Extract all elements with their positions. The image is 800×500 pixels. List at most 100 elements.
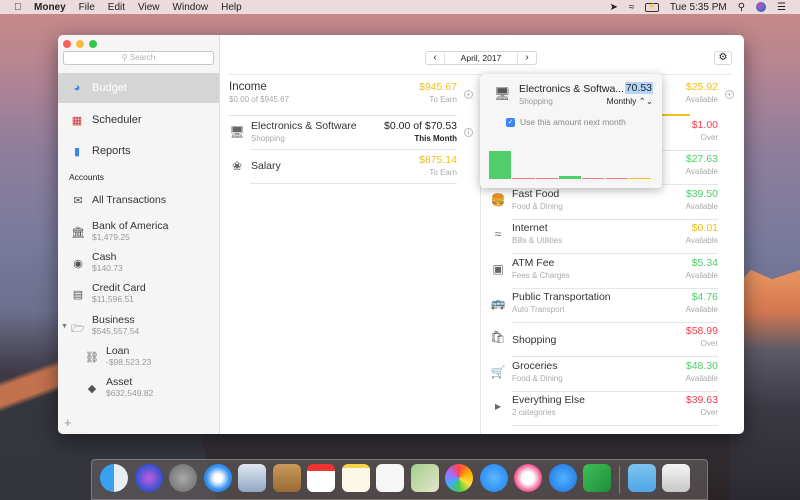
expense-row[interactable]: 🛒 Groceries Food & Dining $48.30 Available [490, 360, 718, 384]
dock-contacts-icon[interactable] [272, 464, 301, 492]
row-category: Bills & Utilities [512, 236, 563, 246]
row-amount: $39.50 [685, 187, 718, 200]
history-chart [489, 149, 652, 179]
burger-icon: 🍔 [490, 192, 506, 207]
account-name: Bank of America [92, 220, 169, 232]
dock-photos-icon[interactable] [445, 464, 473, 492]
add-expense-button[interactable]: + [725, 90, 734, 99]
disclosure-triangle-icon[interactable]: ▸ [490, 399, 506, 413]
menu-help[interactable]: Help [221, 2, 242, 13]
battery-icon[interactable]: ⚡ [645, 2, 659, 12]
wifi-icon[interactable]: ≈ [629, 2, 635, 13]
dock-itunes-icon[interactable] [514, 464, 542, 492]
menu-edit[interactable]: Edit [108, 2, 125, 13]
dock-money-icon[interactable] [583, 464, 611, 492]
row-amount: $27.63 [685, 153, 718, 166]
divider [512, 322, 718, 323]
menu-app-name[interactable]: Money [34, 2, 66, 13]
account-name: Cash [92, 251, 117, 263]
income-row-salary[interactable]: ❀ Salary $875.14 To Earn [229, 154, 457, 178]
close-button[interactable] [63, 40, 71, 48]
calendar-icon: ▦ [71, 114, 83, 127]
location-icon[interactable]: ➤ [609, 2, 617, 13]
inbox-icon: ✉ [73, 195, 83, 207]
expense-row[interactable]: 🛍 Shopping $58.99 Over [490, 325, 718, 349]
row-amount: $0.01 [691, 222, 718, 235]
dock-notes-icon[interactable] [341, 464, 370, 492]
divider [512, 253, 718, 255]
expense-row[interactable]: ≈ Internet Bills & Utilities $0.01 Available [490, 222, 718, 246]
account-cash[interactable]: ◉ Cash $140.73 [58, 251, 219, 274]
sidebar-item-scheduler[interactable]: ▦ Scheduler [58, 105, 219, 135]
history-bar [558, 176, 582, 179]
row-amount: $4.76 [691, 291, 718, 303]
account-asset[interactable]: ◆ Asset $632,549.82 [72, 376, 233, 399]
account-name: Asset [106, 376, 133, 388]
dock-trash-icon[interactable] [662, 464, 690, 492]
notification-center-icon[interactable]: ☰ [777, 2, 786, 13]
dock-downloads-icon[interactable] [627, 464, 656, 492]
clock[interactable]: Tue 5:35 PM [670, 2, 727, 13]
row-category: Food & Dining [512, 201, 563, 211]
sidebar-item-label: Reports [92, 145, 131, 157]
dock-finder-icon[interactable] [100, 464, 128, 492]
sidebar-item-reports[interactable]: ▮ Reports [58, 136, 219, 166]
account-balance: $11,596.51 [92, 294, 134, 304]
dock-safari-icon[interactable] [203, 464, 232, 492]
dock-launchpad-icon[interactable] [169, 464, 197, 492]
menu-view[interactable]: View [138, 2, 160, 13]
sidebar-item-budget[interactable]: ◕ Budget [58, 73, 219, 103]
budget-amount-input[interactable]: 70.53 [624, 82, 653, 94]
row-name: Shopping [512, 333, 557, 346]
expense-row[interactable]: 🚌 Public Transportation Auto Transport $4.7… [490, 291, 718, 315]
account-bank-of-america[interactable]: 🏛 Bank of America $1,479.25 [58, 220, 219, 243]
divider [512, 425, 718, 427]
add-account-button[interactable]: + [64, 415, 72, 430]
dock-maps-icon[interactable] [410, 464, 439, 492]
dock-reminders-icon[interactable] [376, 464, 404, 492]
info-icon[interactable]: i [464, 128, 473, 137]
expense-row[interactable]: ▣ ATM Fee Fees & Charges $5.34 Available [490, 257, 718, 281]
expenses-amount: $25.92 [685, 81, 718, 93]
add-income-button[interactable]: + [464, 90, 473, 99]
dock-calendar-icon[interactable] [307, 464, 335, 492]
divider [229, 115, 457, 116]
expense-row[interactable]: 🍔 Fast Food Food & Dining $39.50 Available [490, 188, 718, 212]
previous-month-button[interactable]: ‹ [426, 52, 444, 64]
account-balance: -$98,523.23 [106, 357, 152, 367]
spotlight-icon[interactable]: ⚲ [738, 2, 745, 13]
history-bar [605, 177, 628, 179]
current-month[interactable]: April, 2017 [444, 52, 518, 64]
search-input[interactable]: ⚲ Search [63, 51, 214, 65]
expense-row[interactable]: ▸ Everything Else 2 categories $39.63 Over [490, 394, 718, 418]
settings-gear-icon[interactable]: ⚙ [714, 51, 732, 65]
row-amount: $5.34 [691, 256, 718, 269]
history-bar [535, 177, 558, 179]
next-month-button[interactable]: › [518, 52, 536, 64]
zoom-button[interactable] [89, 40, 97, 48]
apple-icon[interactable]:  [14, 2, 24, 13]
history-bar [512, 177, 535, 179]
siri-icon[interactable] [756, 2, 767, 12]
use-next-month-checkbox[interactable]: ✓ [506, 118, 515, 127]
dock-siri-icon[interactable] [134, 464, 163, 492]
minimize-button[interactable] [76, 40, 84, 48]
dock-mail-icon[interactable] [238, 464, 266, 492]
income-row-electronics[interactable]: 🖥 Electronics & Software Shopping $0.00 … [229, 120, 457, 144]
dock-app-store-icon[interactable] [548, 464, 577, 492]
account-business[interactable]: 🗁 Business $545,557.54 [58, 314, 219, 339]
accounts-heading: Accounts [69, 172, 104, 182]
account-name: All Transactions [92, 194, 167, 206]
account-all-transactions[interactable]: ✉ All Transactions [58, 192, 219, 207]
account-credit-card[interactable]: ▤ Credit Card $11,596.51 [58, 282, 219, 305]
frequency-select[interactable]: Monthly ⌃⌄ [607, 96, 653, 107]
divider [512, 287, 718, 289]
bar-chart-icon: ▮ [73, 145, 81, 158]
menu-file[interactable]: File [79, 2, 95, 13]
dock-messages-icon[interactable] [479, 464, 508, 492]
credit-card-icon: ▤ [72, 289, 84, 301]
menu-window[interactable]: Window [173, 2, 209, 13]
row-name: Internet [512, 222, 548, 235]
account-loan[interactable]: ⛓ Loan -$98,523.23 [72, 345, 233, 368]
income-header[interactable]: Income $0.00 of $945.67 $945.67 To Earn [229, 81, 457, 105]
